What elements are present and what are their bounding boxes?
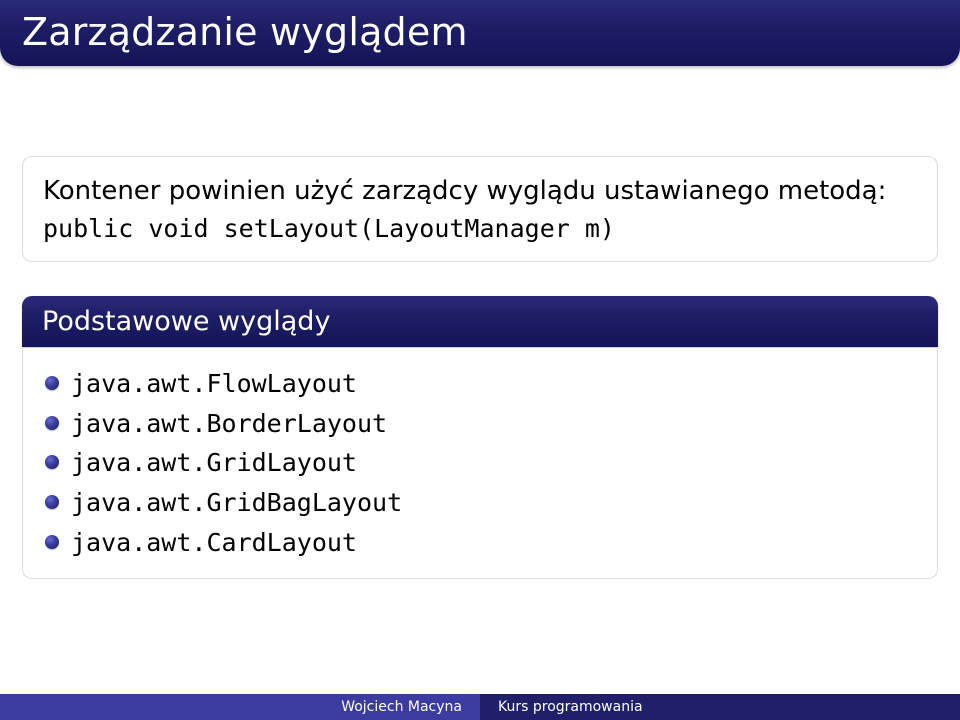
slide-title: Zarządzanie wyglądem	[22, 10, 938, 54]
footer-author: Wojciech Macyna	[0, 694, 480, 720]
intro-text: Kontener powinien użyć zarządcy wyglądu …	[43, 173, 917, 211]
footer-course: Kurs programowania	[480, 694, 960, 720]
footer-bar: Wojciech Macyna Kurs programowania	[0, 694, 960, 720]
intro-body: Kontener powinien użyć zarządcy wyglądu …	[22, 156, 938, 262]
list-item: java.awt.GridBagLayout	[43, 485, 917, 523]
layout-item-4: java.awt.CardLayout	[71, 528, 357, 557]
layout-item-0: java.awt.FlowLayout	[71, 369, 357, 398]
layouts-body: java.awt.FlowLayout java.awt.BorderLayou…	[22, 347, 938, 579]
content-area: Kontener powinien użyć zarządcy wyglądu …	[0, 66, 960, 579]
title-band: Zarządzanie wyglądem	[0, 0, 960, 66]
list-item: java.awt.CardLayout	[43, 525, 917, 563]
layout-item-1: java.awt.BorderLayout	[71, 409, 387, 438]
intro-code: public void setLayout(LayoutManager m)	[43, 211, 917, 247]
intro-block: Kontener powinien użyć zarządcy wyglądu …	[22, 156, 938, 262]
list-item: java.awt.GridLayout	[43, 445, 917, 483]
list-item: java.awt.BorderLayout	[43, 406, 917, 444]
layout-item-2: java.awt.GridLayout	[71, 448, 357, 477]
layout-item-3: java.awt.GridBagLayout	[71, 488, 402, 517]
layouts-block: Podstawowe wyglądy java.awt.FlowLayout j…	[22, 296, 938, 579]
list-item: java.awt.FlowLayout	[43, 366, 917, 404]
slide: Zarządzanie wyglądem Kontener powinien u…	[0, 0, 960, 720]
layouts-header: Podstawowe wyglądy	[22, 296, 938, 347]
layouts-list: java.awt.FlowLayout java.awt.BorderLayou…	[43, 366, 917, 562]
